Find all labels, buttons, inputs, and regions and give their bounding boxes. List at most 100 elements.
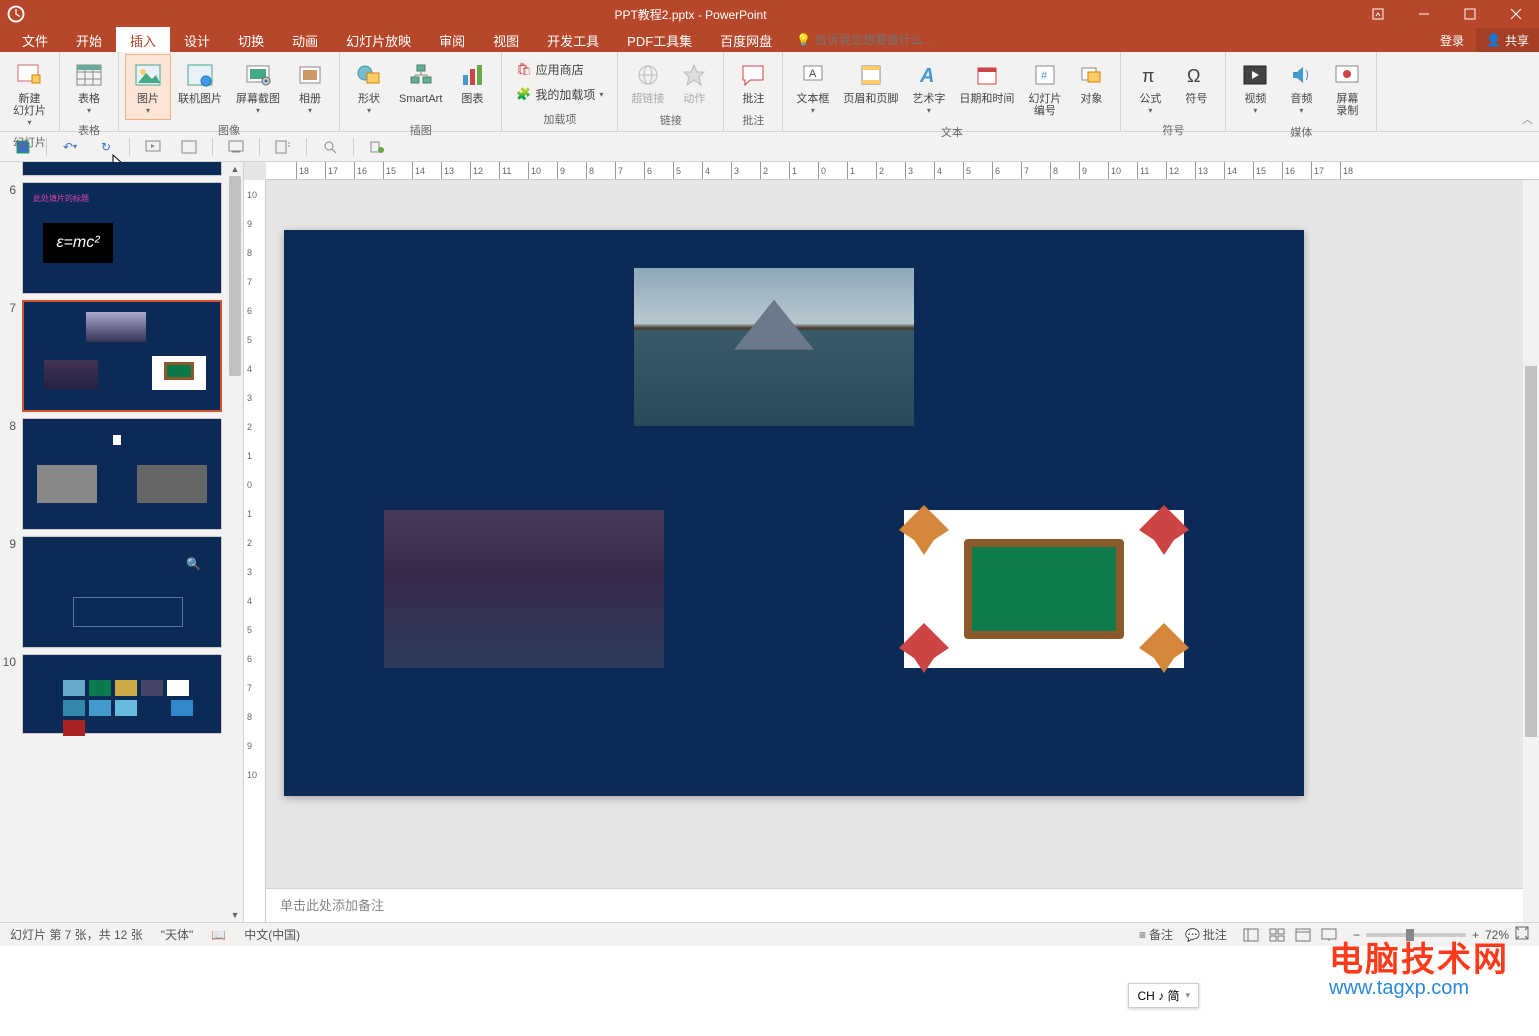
video-icon <box>1239 59 1271 91</box>
scroll-handle[interactable] <box>229 176 241 376</box>
slide-image-city[interactable] <box>384 510 664 668</box>
my-addins-button[interactable]: 🧩 我的加载项 ▾ <box>512 84 607 105</box>
notes-toggle-button[interactable]: ≡ 备注 <box>1139 926 1173 943</box>
reading-view-button[interactable] <box>1291 925 1315 945</box>
chart-button[interactable]: 图表 <box>449 54 495 120</box>
text-box-button[interactable]: A 文本框 ▾ <box>789 54 836 122</box>
minimize-button[interactable] <box>1401 0 1447 28</box>
slideshow-view-button[interactable] <box>1317 925 1341 945</box>
smartart-button[interactable]: SmartArt <box>392 54 449 120</box>
tab-pdf-tools[interactable]: PDF工具集 <box>613 27 706 54</box>
autosave-icon <box>6 4 26 24</box>
zoom-in-button[interactable]: + <box>1472 928 1479 942</box>
table-button[interactable]: 表格 ▾ <box>66 54 112 120</box>
store-button[interactable]: 🛍 应用商店 <box>512 59 607 80</box>
tab-review[interactable]: 审阅 <box>425 27 479 54</box>
smartart-label: SmartArt <box>399 93 442 105</box>
slide6-equation: ε=mc² <box>43 223 113 263</box>
tab-animations[interactable]: 动画 <box>278 27 332 54</box>
slide-number-button[interactable]: # 幻灯片 编号 <box>1021 54 1068 122</box>
slide-thumb-8[interactable] <box>22 418 222 530</box>
collapse-ribbon-button[interactable]: ︿ <box>1522 111 1533 127</box>
maximize-button[interactable] <box>1447 0 1493 28</box>
object-label: 对象 <box>1080 93 1102 105</box>
slide-image-chalkboard[interactable] <box>904 510 1184 668</box>
online-pictures-button[interactable]: 联机图片 <box>171 54 229 120</box>
video-button[interactable]: 视频 ▾ <box>1232 54 1278 122</box>
slide-thumb-9[interactable]: 🔍 <box>22 536 222 648</box>
zoom-out-button[interactable]: − <box>1353 928 1360 942</box>
new-slide-button[interactable]: 新建 幻灯片 ▾ <box>6 54 53 132</box>
svg-text:A: A <box>919 65 934 87</box>
tab-home[interactable]: 开始 <box>62 27 116 54</box>
tell-me-box[interactable]: 💡 <box>796 33 955 47</box>
tab-design[interactable]: 设计 <box>170 27 224 54</box>
video-label: 视频 <box>1244 93 1266 105</box>
zoom-slider[interactable] <box>1366 933 1466 937</box>
screen-recording-icon <box>1331 59 1363 91</box>
photo-album-label: 相册 <box>299 93 321 105</box>
tab-slideshow[interactable]: 幻灯片放映 <box>332 27 425 54</box>
slide-thumb-6[interactable]: 此处填片的标题 ε=mc² <box>22 182 222 294</box>
slide-image-mountain[interactable] <box>634 268 914 426</box>
window-title: PPT教程2.pptx - PowerPoint <box>26 6 1355 23</box>
group-label-images: 图像 <box>125 120 333 142</box>
dropdown-arrow-icon: ▾ <box>367 106 371 115</box>
tab-transitions[interactable]: 切换 <box>224 27 278 54</box>
share-icon: 👤 <box>1486 33 1501 47</box>
screen-recording-label: 屏幕 录制 <box>1336 93 1358 117</box>
wordart-icon: A <box>913 59 945 91</box>
tab-baidu-netdisk[interactable]: 百度网盘 <box>706 27 786 54</box>
pictures-button[interactable]: 图片 ▾ <box>125 54 171 120</box>
thumbnail-scrollbar[interactable]: ▲ ▼ <box>227 162 243 922</box>
group-label-slides: 幻灯片 <box>6 132 53 154</box>
equation-button[interactable]: π 公式 ▾ <box>1127 54 1173 120</box>
spellcheck-icon[interactable]: 📖 <box>211 928 226 942</box>
scroll-up-button[interactable]: ▲ <box>227 162 243 176</box>
dropdown-arrow-icon: ▾ <box>599 90 603 99</box>
notes-pane[interactable]: 单击此处添加备注 <box>266 888 1539 922</box>
share-button[interactable]: 👤 共享 <box>1476 28 1539 53</box>
photo-album-button[interactable]: 相册 ▾ <box>287 54 333 120</box>
normal-view-button[interactable] <box>1239 925 1263 945</box>
ime-indicator[interactable]: CH ♪ 简▾ <box>1128 983 1199 1008</box>
new-slide-label: 新建 幻灯片 <box>13 93 46 117</box>
screenshot-button[interactable]: 屏幕截图 ▾ <box>229 54 287 120</box>
tab-view[interactable]: 视图 <box>479 27 533 54</box>
zoom-level[interactable]: 72% <box>1485 928 1509 942</box>
symbol-icon: Ω <box>1180 59 1212 91</box>
header-footer-button[interactable]: 页眉和页脚 <box>836 54 905 122</box>
group-label-addins: 加载项 <box>508 109 611 131</box>
shapes-icon <box>353 59 385 91</box>
login-button[interactable]: 登录 <box>1428 32 1476 49</box>
tab-insert[interactable]: 插入 <box>116 27 170 54</box>
pictures-label: 图片 <box>137 93 159 105</box>
audio-button[interactable]: 音频 ▾ <box>1278 54 1324 122</box>
slide-thumb-10[interactable] <box>22 654 222 734</box>
shapes-button[interactable]: 形状 ▾ <box>346 54 392 120</box>
picture-icon <box>132 59 164 91</box>
comment-button[interactable]: 批注 <box>730 54 776 110</box>
comments-toggle-button[interactable]: 💬 批注 <box>1185 926 1227 943</box>
slide-sorter-button[interactable] <box>1265 925 1289 945</box>
language-indicator[interactable]: 中文(中国) <box>244 926 300 943</box>
hyperlink-label: 超链接 <box>631 93 664 105</box>
slide-thumb-7[interactable] <box>22 300 222 412</box>
dropdown-arrow-icon: ▾ <box>1299 106 1303 115</box>
slide-thumb-5[interactable] <box>22 162 222 176</box>
slide-canvas[interactable] <box>284 230 1304 796</box>
close-button[interactable] <box>1493 0 1539 28</box>
scroll-down-button[interactable]: ▼ <box>227 908 243 922</box>
tab-developer[interactable]: 开发工具 <box>533 27 613 54</box>
tab-file[interactable]: 文件 <box>8 27 62 54</box>
slide-number-6: 6 <box>2 182 16 294</box>
editor-scrollbar[interactable] <box>1523 180 1539 922</box>
ribbon-display-options-icon[interactable] <box>1355 0 1401 28</box>
screen-recording-button[interactable]: 屏幕 录制 <box>1324 54 1370 122</box>
wordart-button[interactable]: A 艺术字 ▾ <box>905 54 952 122</box>
object-button[interactable]: 对象 <box>1068 54 1114 122</box>
symbol-button[interactable]: Ω 符号 <box>1173 54 1219 120</box>
date-time-button[interactable]: 日期和时间 <box>952 54 1021 122</box>
tell-me-input[interactable] <box>815 33 955 47</box>
fit-to-window-button[interactable] <box>1515 926 1529 943</box>
